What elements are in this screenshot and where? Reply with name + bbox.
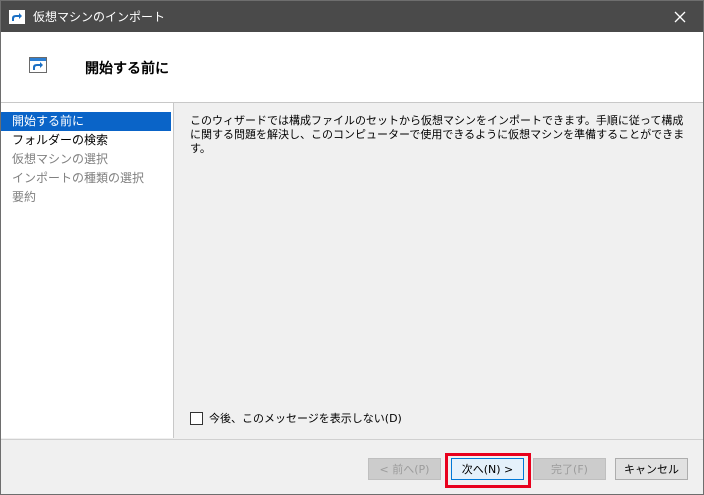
wizard-description: このウィザードでは構成ファイルのセットから仮想マシンをインポートできます。手順に… — [190, 114, 685, 155]
import-vm-icon — [29, 57, 47, 75]
dont-show-again-checkbox-row[interactable]: 今後、このメッセージを表示しない(D) — [190, 410, 402, 426]
page-title: 開始する前に — [85, 61, 169, 77]
sidebar-item-before-you-begin[interactable]: 開始する前に — [1, 112, 171, 131]
import-vm-icon — [9, 9, 25, 25]
window-title: 仮想マシンのインポート — [33, 10, 166, 24]
wizard-header: 開始する前に — [1, 32, 703, 103]
wizard-steps-sidebar: 開始する前に フォルダーの検索 仮想マシンの選択 インポートの種類の選択 要約 — [1, 103, 174, 438]
sidebar-item-select-vm: 仮想マシンの選択 — [12, 152, 109, 166]
close-button[interactable] — [657, 1, 703, 32]
wizard-content: このウィザードでは構成ファイルのセットから仮想マシンをインポートできます。手順に… — [174, 103, 703, 438]
next-button[interactable]: 次へ(N) > — [451, 458, 524, 480]
dont-show-again-checkbox[interactable] — [190, 411, 203, 425]
sidebar-item-summary: 要約 — [12, 190, 37, 204]
sidebar-item-locate-folder[interactable]: フォルダーの検索 — [1, 131, 173, 150]
title-bar: 仮想マシンのインポート — [1, 1, 703, 32]
back-button[interactable]: < 前へ(P) — [368, 458, 441, 480]
cancel-button[interactable]: キャンセル — [615, 458, 688, 480]
close-icon — [674, 11, 686, 22]
wizard-footer: < 前へ(P) 次へ(N) > 完了(F) キャンセル — [1, 439, 703, 494]
import-vm-window: 仮想マシンのインポート 開始する前に 開始する前に フォルダーの検索 仮想マシン… — [0, 0, 704, 495]
dont-show-again-label: 今後、このメッセージを表示しない(D) — [209, 412, 402, 425]
finish-button[interactable]: 完了(F) — [533, 458, 606, 480]
sidebar-item-import-type: インポートの種類の選択 — [12, 171, 145, 185]
wizard-steps-list: 開始する前に フォルダーの検索 仮想マシンの選択 インポートの種類の選択 要約 — [1, 103, 173, 207]
